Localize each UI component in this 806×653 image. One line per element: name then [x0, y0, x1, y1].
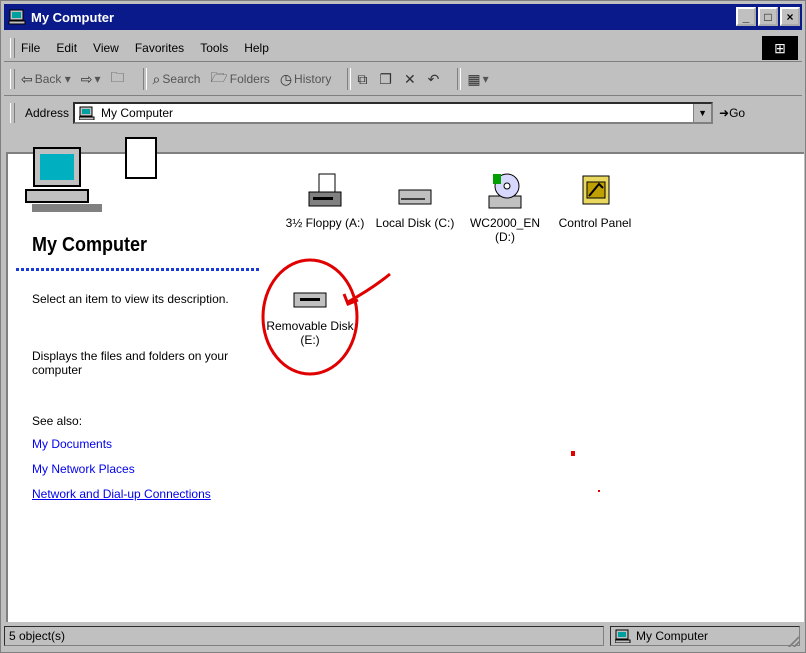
search-label: Search	[162, 72, 201, 86]
chevron-down-icon: ▾	[61, 72, 71, 86]
search-icon: ⌕	[152, 70, 161, 87]
menu-edit[interactable]: Edit	[56, 41, 77, 55]
close-button[interactable]: ×	[780, 7, 800, 26]
toolbar-separator	[142, 68, 147, 90]
resize-grip[interactable]	[788, 635, 800, 647]
copy-to-icon: ❐	[379, 70, 392, 87]
window-title: My Computer	[31, 9, 115, 25]
windows-logo-icon: ⊞	[762, 36, 798, 60]
address-dropdown-button[interactable]: ▼	[693, 104, 712, 122]
drive-item-local-disk[interactable]: Local Disk (C:)	[370, 172, 460, 230]
status-location-label: My Computer	[636, 629, 709, 643]
history-button[interactable]: ◷ History	[280, 71, 332, 88]
move-to-icon: ⧉	[357, 70, 368, 87]
views-button[interactable]: ▦ ▾	[467, 71, 488, 88]
standard-toolbar: ⇦ Back ▾ ⇨ ▾ 🗀 ⌕ Search 🗁 Folders ◷ Hist…	[4, 63, 802, 96]
minimize-button[interactable]: _	[736, 7, 756, 26]
explorer-window: My Computer _ □ × File Edit View Favorit…	[0, 0, 806, 653]
menu-help[interactable]: Help	[244, 41, 269, 55]
link-network-connections[interactable]: Network and Dial-up Connections	[32, 487, 211, 501]
history-icon: ◷	[279, 70, 293, 87]
status-object-count: 5 object(s)	[4, 626, 604, 646]
forward-arrow-icon: ⇨	[80, 70, 93, 87]
annotation-dot	[571, 451, 575, 456]
forward-button[interactable]: ⇨ ▾	[81, 71, 101, 88]
undo-button[interactable]: ↶	[428, 71, 442, 88]
back-arrow-icon: ⇦	[21, 70, 33, 87]
folders-button[interactable]: 🗁 Folders	[210, 67, 269, 91]
chevron-down-icon: ▾	[94, 72, 101, 86]
my-computer-icon	[25, 137, 157, 212]
drive-item-cd[interactable]: WC2000_EN (D:)	[460, 172, 550, 244]
history-label: History	[294, 72, 332, 86]
status-bar: 5 object(s) My Computer	[4, 623, 802, 649]
floppy-drive-icon	[308, 173, 342, 207]
address-field[interactable]: My Computer ▼	[73, 102, 714, 124]
heading-divider	[16, 268, 260, 271]
control-panel-item[interactable]: Control Panel	[550, 172, 640, 230]
drive-item-floppy[interactable]: 3½ Floppy (A:)	[280, 172, 370, 230]
toolbar-separator	[457, 68, 462, 90]
link-my-network-places[interactable]: My Network Places	[32, 462, 135, 476]
menu-favorites[interactable]: Favorites	[135, 41, 184, 55]
back-label: Back	[34, 72, 62, 86]
menu-bar: File Edit View Favorites Tools Help ⊞	[4, 35, 802, 62]
back-button[interactable]: ⇦ Back ▾	[21, 71, 71, 88]
panel-description-detail: Displays the files and folders on your c…	[32, 349, 229, 377]
panel-description: Select an item to view its description.	[32, 292, 229, 306]
address-value: My Computer	[101, 106, 174, 120]
status-location: My Computer	[610, 626, 800, 646]
removable-disk-icon	[293, 292, 327, 308]
delete-button[interactable]: ✕	[404, 71, 418, 88]
info-panel: My Computer Select an item to view its d…	[8, 137, 260, 622]
title-bar[interactable]: My Computer _ □ ×	[4, 4, 802, 30]
item-label: WC2000_EN (D:)	[469, 216, 541, 244]
address-label: Address	[25, 106, 70, 120]
link-my-documents[interactable]: My Documents	[32, 437, 112, 451]
toolbar-grip[interactable]	[10, 38, 15, 58]
item-label: 3½ Floppy (A:)	[285, 216, 365, 230]
menu-tools[interactable]: Tools	[200, 41, 228, 55]
content-area: My Computer Select an item to view its d…	[6, 137, 804, 622]
hard-disk-icon	[398, 189, 432, 205]
cd-drive-icon	[488, 173, 522, 209]
maximize-button[interactable]: □	[758, 7, 778, 26]
item-label: Local Disk (C:)	[375, 216, 455, 230]
move-to-button[interactable]: ⧉	[357, 71, 369, 88]
control-panel-icon	[582, 175, 610, 205]
chevron-down-icon: ▾	[482, 72, 489, 86]
folders-label: Folders	[229, 72, 270, 86]
go-button[interactable]: ➜ Go	[719, 106, 745, 120]
undo-icon: ↶	[427, 70, 440, 87]
my-computer-icon	[8, 9, 26, 25]
search-button[interactable]: ⌕ Search	[153, 71, 201, 88]
up-button[interactable]: 🗀	[111, 67, 127, 91]
toolbar-grip[interactable]	[10, 69, 15, 89]
views-icon: ▦	[467, 70, 481, 87]
my-computer-icon	[79, 106, 95, 120]
drive-item-removable[interactable]: Removable Disk (E:)	[265, 289, 355, 347]
item-label: Removable Disk (E:)	[266, 319, 354, 347]
see-also-label: See also:	[32, 414, 83, 428]
window-controls: _ □ ×	[736, 7, 800, 26]
up-folder-icon: 🗀	[110, 69, 125, 85]
chevron-down-icon: ▼	[698, 108, 707, 118]
copy-to-button[interactable]: ❐	[379, 71, 394, 88]
annotation-dot	[598, 490, 600, 492]
toolbar-separator	[347, 68, 352, 90]
item-label: Control Panel	[558, 216, 632, 230]
delete-icon: ✕	[403, 70, 416, 87]
my-computer-icon	[615, 629, 631, 643]
toolbar-grip[interactable]	[10, 103, 15, 123]
folders-icon: 🗁	[210, 69, 228, 85]
go-label: Go	[729, 106, 746, 120]
menu-view[interactable]: View	[93, 41, 119, 55]
panel-heading: My Computer	[32, 234, 148, 256]
go-arrow-icon: ➜	[719, 106, 730, 120]
menu-file[interactable]: File	[21, 41, 40, 55]
address-bar: Address My Computer ▼ ➜ Go	[4, 98, 802, 128]
